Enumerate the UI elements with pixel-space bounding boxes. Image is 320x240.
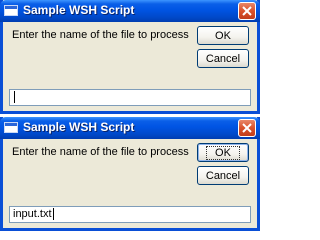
prompt-text: Enter the name of the file to process	[12, 146, 189, 158]
ok-button[interactable]: OK	[197, 143, 249, 162]
text-caret	[14, 91, 15, 104]
app-window-icon	[4, 5, 18, 16]
app-window-icon	[4, 122, 18, 133]
close-icon	[242, 123, 252, 133]
title-bar[interactable]: Sample WSH Script	[0, 117, 260, 139]
filename-input[interactable]: input.txt	[9, 206, 251, 223]
cancel-button[interactable]: Cancel	[197, 166, 249, 185]
window-title: Sample WSH Script	[23, 120, 135, 134]
title-bar[interactable]: Sample WSH Script	[0, 0, 260, 22]
filename-input-value: input.txt	[13, 208, 52, 220]
prompt-text: Enter the name of the file to process	[12, 29, 189, 41]
ok-button-label: OK	[206, 146, 240, 160]
input-dialog-empty: Sample WSH Script Enter the name of the …	[0, 0, 260, 114]
close-icon	[242, 6, 252, 16]
close-button[interactable]	[238, 119, 256, 137]
filename-input[interactable]	[9, 89, 251, 106]
text-caret	[52, 208, 54, 221]
input-dialog-filled: Sample WSH Script Enter the name of the …	[0, 117, 260, 231]
ok-button[interactable]: OK	[197, 26, 249, 45]
close-button[interactable]	[238, 2, 256, 20]
cancel-button[interactable]: Cancel	[197, 49, 249, 68]
window-title: Sample WSH Script	[23, 3, 135, 17]
